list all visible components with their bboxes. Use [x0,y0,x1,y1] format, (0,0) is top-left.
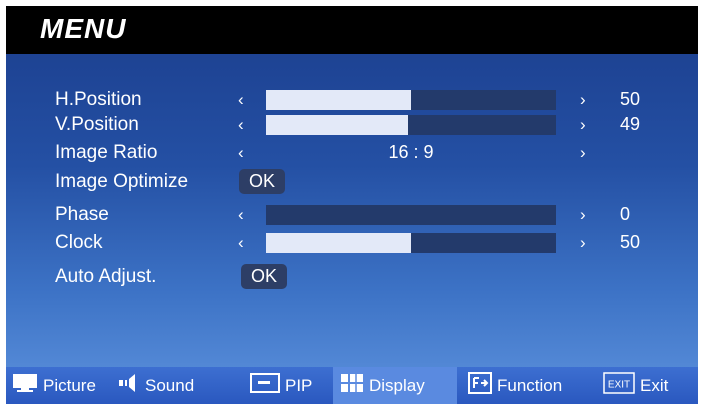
row-auto-adjust[interactable]: Auto Adjust. OK [6,264,698,289]
phase-value: 0 [620,204,631,224]
row-phase[interactable]: Phase ‹ › 0 [6,202,698,227]
phase-slider[interactable] [266,205,556,225]
tab-display[interactable]: Display [333,367,457,404]
h-position-value: 50 [620,89,641,109]
row-image-optimize[interactable]: Image Optimize OK [6,169,698,194]
osd-menu: MENU H.Position ‹ › 50 V.Position ‹ › 49… [6,6,698,404]
monitor-icon [12,373,38,398]
slider-fill [266,115,409,135]
increase-arrow-icon[interactable]: › [580,140,586,165]
title-bar: MENU [6,6,698,54]
increase-arrow-icon[interactable]: › [580,87,586,112]
menu-tab-bar: Picture Sound PIP Display Function EXIT … [6,367,698,404]
row-label: Image Optimize [55,171,189,192]
tab-exit[interactable]: EXIT Exit [603,367,668,404]
row-label: Clock [55,232,103,253]
image-optimize-ok-button[interactable]: OK [239,169,286,194]
tab-label: Picture [43,375,96,395]
row-label: Image Ratio [55,142,158,163]
v-position-value: 49 [620,114,641,134]
tab-function[interactable]: Function [468,367,562,404]
exit-icon: EXIT [603,372,635,399]
clock-value: 50 [620,232,641,252]
decrease-arrow-icon[interactable]: ‹ [238,87,244,112]
display-grid-icon [340,373,364,398]
row-v-position[interactable]: V.Position ‹ › 49 [6,112,698,137]
auto-adjust-ok-button[interactable]: OK [241,264,288,289]
menu-title: MENU [40,13,127,44]
slider-fill [266,90,411,110]
tab-label: PIP [285,375,313,395]
row-h-position[interactable]: H.Position ‹ › 50 [6,87,698,112]
tab-sound[interactable]: Sound [118,367,194,404]
row-label: Phase [55,204,109,225]
decrease-arrow-icon[interactable]: ‹ [238,202,244,227]
increase-arrow-icon[interactable]: › [580,202,586,227]
row-clock[interactable]: Clock ‹ › 50 [6,230,698,255]
tab-picture[interactable]: Picture [12,367,96,404]
image-ratio-value: 16 : 9 [388,142,434,162]
clock-slider[interactable] [266,233,556,253]
row-label: Auto Adjust. [55,266,157,287]
decrease-arrow-icon[interactable]: ‹ [238,230,244,255]
row-label: H.Position [55,89,142,110]
tab-label: Exit [640,375,669,395]
slider-fill [266,233,411,253]
tab-label: Sound [145,375,195,395]
decrease-arrow-icon[interactable]: ‹ [238,112,244,137]
increase-arrow-icon[interactable]: › [580,230,586,255]
tab-pip[interactable]: PIP [250,367,312,404]
decrease-arrow-icon[interactable]: ‹ [238,140,244,165]
row-label: V.Position [55,114,139,135]
exit-badge-text: EXIT [608,380,630,391]
tab-label: Display [369,375,425,395]
h-position-slider[interactable] [266,90,556,110]
row-image-ratio[interactable]: Image Ratio ‹ 16 : 9 › [6,140,698,165]
pip-icon [250,373,280,398]
increase-arrow-icon[interactable]: › [580,112,586,137]
v-position-slider[interactable] [266,115,556,135]
tab-label: Function [497,375,563,395]
speaker-icon [118,374,140,397]
function-icon [468,372,492,399]
